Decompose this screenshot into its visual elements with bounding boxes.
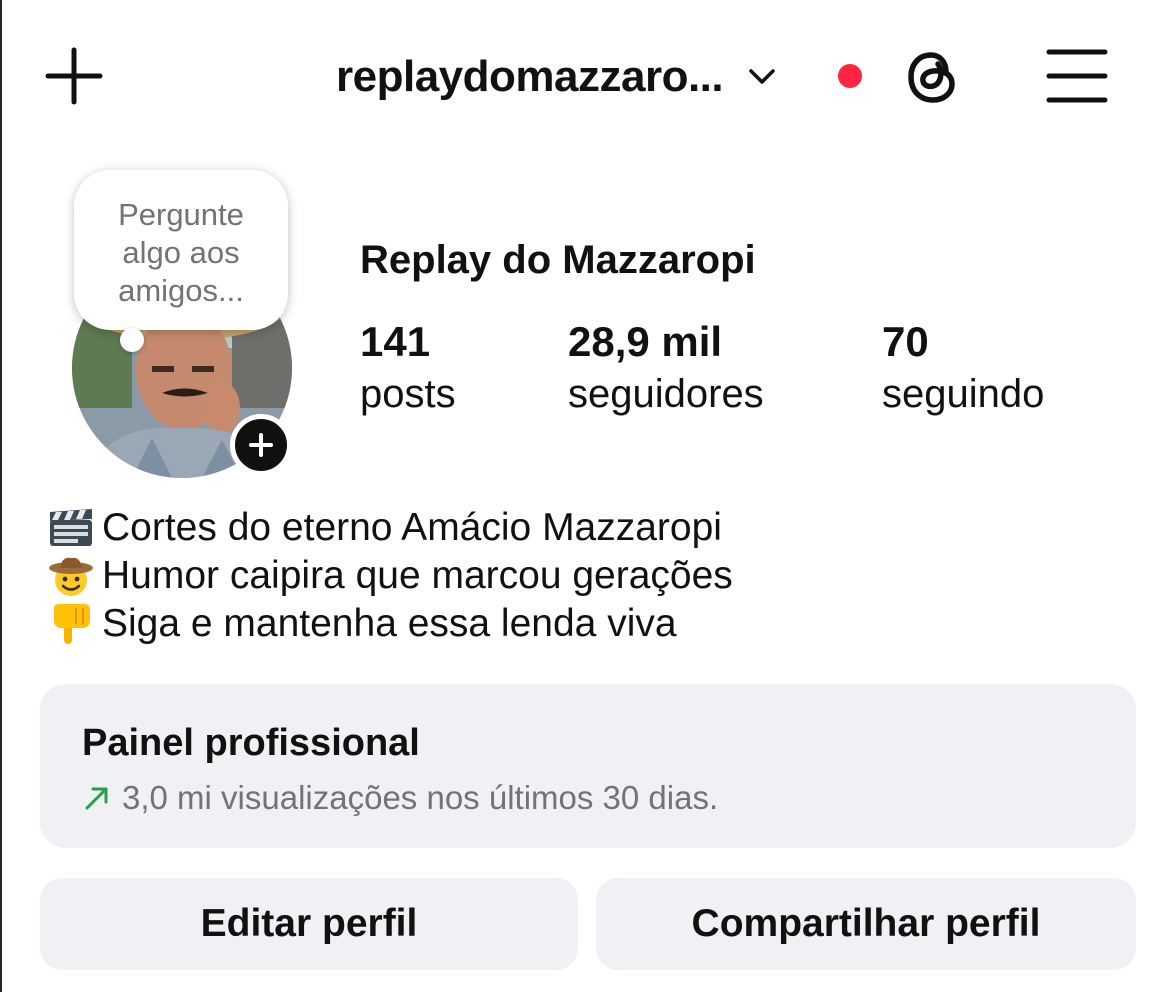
bio-text: Siga e mantenha essa lenda viva xyxy=(102,602,677,645)
bio-line: Cortes do eterno Amácio Mazzaropi xyxy=(48,504,733,552)
stat-posts[interactable]: 141 posts xyxy=(360,318,456,422)
stat-followers[interactable]: 28,9 mil seguidores xyxy=(568,318,764,422)
clapper-board-icon xyxy=(48,506,102,550)
stat-value: 141 xyxy=(360,318,431,365)
bio-line: Siga e mantenha essa lenda viva xyxy=(48,600,733,648)
profile-screen: replaydomazzaro... Pergunte algo aos ami… xyxy=(0,0,1170,992)
stat-value: 28,9 mil xyxy=(568,318,723,365)
stat-label: seguidores xyxy=(568,372,764,416)
note-text-line: amigos... xyxy=(118,273,244,308)
stat-label: seguindo xyxy=(882,372,1045,416)
stat-label: posts xyxy=(360,372,456,416)
stat-following[interactable]: 70 seguindo xyxy=(882,318,1044,422)
cowboy-face-icon xyxy=(48,554,102,598)
share-profile-button[interactable]: Compartilhar perfil xyxy=(596,878,1136,970)
bio-text: Humor caipira que marcou gerações xyxy=(102,554,733,597)
bio: Cortes do eterno Amácio Mazzaropi Humor … xyxy=(48,504,733,648)
bio-line: Humor caipira que marcou gerações xyxy=(48,552,733,600)
plus-icon[interactable] xyxy=(42,44,106,108)
stat-value: 70 xyxy=(882,318,929,365)
plus-icon xyxy=(249,433,273,457)
note-bubble-tail xyxy=(120,328,144,352)
professional-dashboard-card[interactable]: Painel profissional 3,0 mi visualizações… xyxy=(40,684,1136,848)
panel-subtitle-row: 3,0 mi visualizações nos últimos 30 dias… xyxy=(82,779,1136,817)
edit-profile-button[interactable]: Editar perfil xyxy=(40,878,578,970)
pointing-down-icon xyxy=(48,602,102,646)
panel-subtitle: 3,0 mi visualizações nos últimos 30 dias… xyxy=(122,779,719,816)
note-text-line: Pergunte xyxy=(118,197,244,232)
account-switcher[interactable]: replaydomazzaro... xyxy=(336,52,779,102)
note-text-line: algo aos xyxy=(122,235,240,270)
bio-text: Cortes do eterno Amácio Mazzaropi xyxy=(102,506,722,549)
trend-up-icon xyxy=(85,787,108,810)
display-name: Replay do Mazzaropi xyxy=(360,238,756,282)
username: replaydomazzaro... xyxy=(336,52,724,101)
chevron-down-icon xyxy=(749,69,775,84)
note-bubble[interactable]: Pergunte algo aos amigos... xyxy=(74,170,288,330)
add-story-button[interactable] xyxy=(230,414,292,476)
notification-dot xyxy=(838,64,862,88)
hamburger-menu-icon[interactable] xyxy=(1046,48,1108,104)
threads-icon[interactable] xyxy=(902,46,964,108)
panel-title: Painel profissional xyxy=(82,722,420,764)
